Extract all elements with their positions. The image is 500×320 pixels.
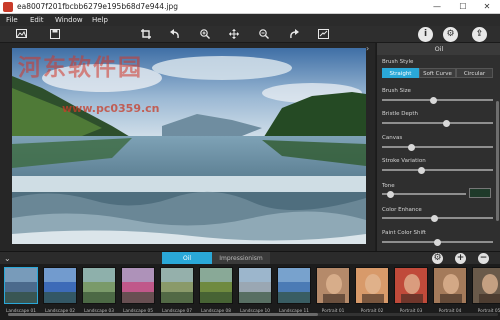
slider-label-color-enhance: Color Enhance bbox=[382, 207, 422, 213]
preset-thumbnail[interactable] bbox=[43, 267, 77, 304]
panel-collapse-arrow-icon[interactable]: › bbox=[366, 44, 374, 54]
panel-title: Oil bbox=[377, 43, 500, 55]
pan-icon[interactable] bbox=[226, 27, 241, 42]
chevron-down-icon[interactable]: ⌄ bbox=[4, 253, 14, 264]
preset-thumbnail[interactable] bbox=[4, 267, 38, 304]
slider-label-tone: Tone bbox=[382, 183, 395, 189]
panel-scrollbar[interactable] bbox=[496, 101, 499, 221]
stroke-variation-knob[interactable] bbox=[418, 166, 426, 174]
preset-thumbnail[interactable] bbox=[82, 267, 116, 304]
tone-color-swatch[interactable] bbox=[469, 188, 491, 198]
menu-help[interactable]: Help bbox=[92, 14, 108, 26]
title-bar: ea8007f201fbcbb6279e195b68d7e944.jpg — ☐… bbox=[0, 0, 500, 14]
save-icon[interactable] bbox=[47, 27, 62, 42]
zoom-in-icon[interactable] bbox=[197, 27, 212, 42]
stroke-variation-slider[interactable] bbox=[382, 169, 493, 171]
settings-panel: Oil Brush Style Straight Soft Curve Circ… bbox=[376, 43, 500, 251]
brush-size-slider[interactable] bbox=[382, 99, 493, 101]
remove-preset-icon[interactable]: − bbox=[478, 253, 489, 264]
brush-style-label: Brush Style bbox=[382, 59, 414, 65]
bristle-depth-knob[interactable] bbox=[442, 119, 450, 127]
tone-slider[interactable] bbox=[382, 193, 466, 195]
brush-style-soft-curve[interactable]: Soft Curve bbox=[419, 68, 456, 78]
add-preset-icon[interactable]: + bbox=[455, 253, 466, 264]
crop-icon[interactable] bbox=[138, 27, 153, 42]
preset-thumbnail[interactable] bbox=[160, 267, 194, 304]
preset-thumbnail[interactable] bbox=[199, 267, 233, 304]
watermark-logo: 河东软件园 bbox=[18, 55, 143, 81]
slider-label-paint-color-shift: Paint Color Shift bbox=[382, 230, 426, 236]
menu-file[interactable]: File bbox=[6, 14, 18, 26]
window-title: ea8007f201fbcbb6279e195b68d7e944.jpg bbox=[17, 2, 179, 11]
menu-window[interactable]: Window bbox=[55, 14, 83, 26]
image-icon[interactable] bbox=[14, 27, 29, 42]
zoom-out-icon[interactable] bbox=[256, 27, 271, 42]
undo-icon[interactable] bbox=[167, 27, 182, 42]
filmstrip-scrollbar[interactable] bbox=[8, 313, 318, 316]
paint-color-shift-knob[interactable] bbox=[434, 238, 441, 246]
bristle-depth-slider[interactable] bbox=[382, 122, 493, 124]
share-icon[interactable]: ⇪ bbox=[472, 27, 487, 42]
color-enhance-knob[interactable] bbox=[430, 214, 438, 222]
info-icon[interactable]: i bbox=[418, 27, 433, 42]
menu-edit[interactable]: Edit bbox=[30, 14, 44, 26]
watermark-url: www.pc0359.cn bbox=[62, 102, 160, 115]
brush-style-circular[interactable]: Circular bbox=[456, 68, 493, 78]
preset-thumbnail[interactable] bbox=[394, 267, 428, 304]
slider-label-stroke-variation: Stroke Variation bbox=[382, 158, 426, 164]
maximize-button[interactable]: ☐ bbox=[450, 0, 476, 14]
fit-screen-icon[interactable] bbox=[316, 27, 331, 42]
slider-label-brush-size: Brush Size bbox=[382, 88, 411, 94]
tone-knob[interactable] bbox=[386, 190, 394, 198]
app-icon bbox=[3, 2, 13, 12]
close-button[interactable]: ✕ bbox=[474, 0, 500, 14]
brush-style-straight[interactable]: Straight bbox=[382, 68, 419, 78]
canvas-knob[interactable] bbox=[408, 143, 416, 151]
preset-thumbnail[interactable] bbox=[238, 267, 272, 304]
slider-label-canvas: Canvas bbox=[382, 135, 403, 141]
oil-painting-preview[interactable]: 河东软件园 www.pc0359.cn bbox=[12, 48, 366, 244]
preset-thumbnail[interactable] bbox=[472, 267, 500, 304]
menu-bar: File Edit Window Help bbox=[0, 14, 500, 26]
slider-label-bristle-depth: Bristle Depth bbox=[382, 111, 418, 117]
redo-icon[interactable] bbox=[286, 27, 301, 42]
minimize-button[interactable]: — bbox=[424, 0, 450, 14]
brush-size-knob[interactable] bbox=[429, 96, 437, 104]
toolbar: i ⚙ ⇪ bbox=[0, 26, 500, 43]
manage-presets-icon[interactable]: ⚙ bbox=[432, 253, 443, 264]
preset-bar: ⌄ Oil Impressionism ⚙ + − bbox=[0, 251, 500, 265]
settings-icon[interactable]: ⚙ bbox=[443, 27, 458, 42]
canvas-slider[interactable] bbox=[382, 146, 493, 148]
preset-thumbnail[interactable] bbox=[316, 267, 350, 304]
preset-thumbnail[interactable] bbox=[121, 267, 155, 304]
preset-thumbnail[interactable] bbox=[277, 267, 311, 304]
preset-thumbnail[interactable] bbox=[355, 267, 389, 304]
preset-thumbnail[interactable] bbox=[433, 267, 467, 304]
